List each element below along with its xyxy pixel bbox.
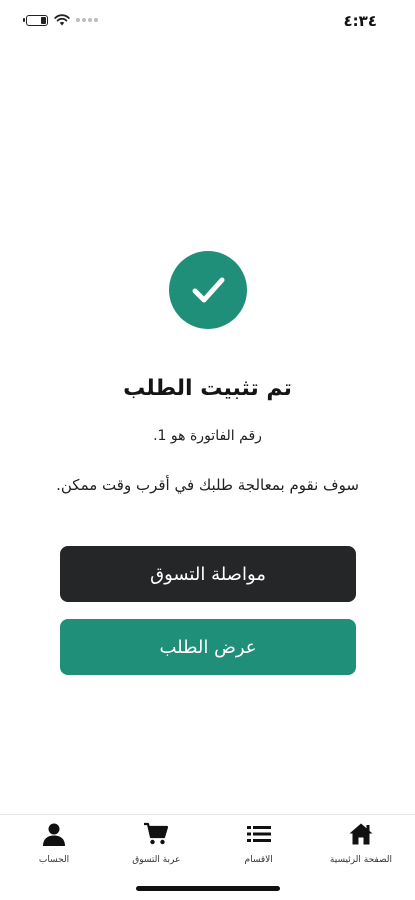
nav-label-cart: عربة التسوق: [132, 855, 181, 865]
status-icons: [23, 14, 98, 26]
status-bar: ٤:٣٤: [0, 0, 415, 44]
check-icon: [192, 277, 225, 303]
view-order-button[interactable]: عرض الطلب: [60, 619, 356, 675]
nav-item-account[interactable]: الحساب: [14, 815, 94, 874]
invoice-number-text: رقم الفاتورة هو 1.: [153, 428, 262, 444]
cart-icon: [143, 821, 169, 847]
nav-item-categories[interactable]: الاقسام: [219, 815, 299, 874]
home-indicator: [136, 886, 280, 891]
status-time: ٤:٣٤: [343, 12, 377, 30]
nav-label-home: الصفحة الرئيسية: [329, 855, 393, 865]
confirmation-title: تم تثبيت الطلب: [123, 376, 292, 401]
continue-shopping-label: مواصلة التسوق: [150, 563, 266, 585]
nav-item-home[interactable]: الصفحة الرئيسية: [321, 815, 401, 874]
view-order-label: عرض الطلب: [159, 636, 257, 658]
success-check-circle: [169, 251, 247, 329]
nav-item-cart[interactable]: عربة التسوق: [116, 815, 196, 874]
nav-label-account: الحساب: [38, 855, 70, 865]
user-icon: [42, 821, 66, 847]
processing-message: سوف نقوم بمعالجة طلبك في أقرب وقت ممكن.: [56, 476, 359, 494]
wifi-icon: [54, 14, 70, 26]
continue-shopping-button[interactable]: مواصلة التسوق: [60, 546, 356, 602]
battery-icon: [23, 14, 48, 26]
home-icon: [348, 821, 374, 847]
nav-label-categories: الاقسام: [244, 855, 273, 865]
signal-dots-icon: [76, 18, 98, 22]
bottom-navigation: الصفحة الرئيسية الاقسام عربة التسوق الحس…: [0, 814, 415, 874]
list-icon: [246, 821, 271, 847]
